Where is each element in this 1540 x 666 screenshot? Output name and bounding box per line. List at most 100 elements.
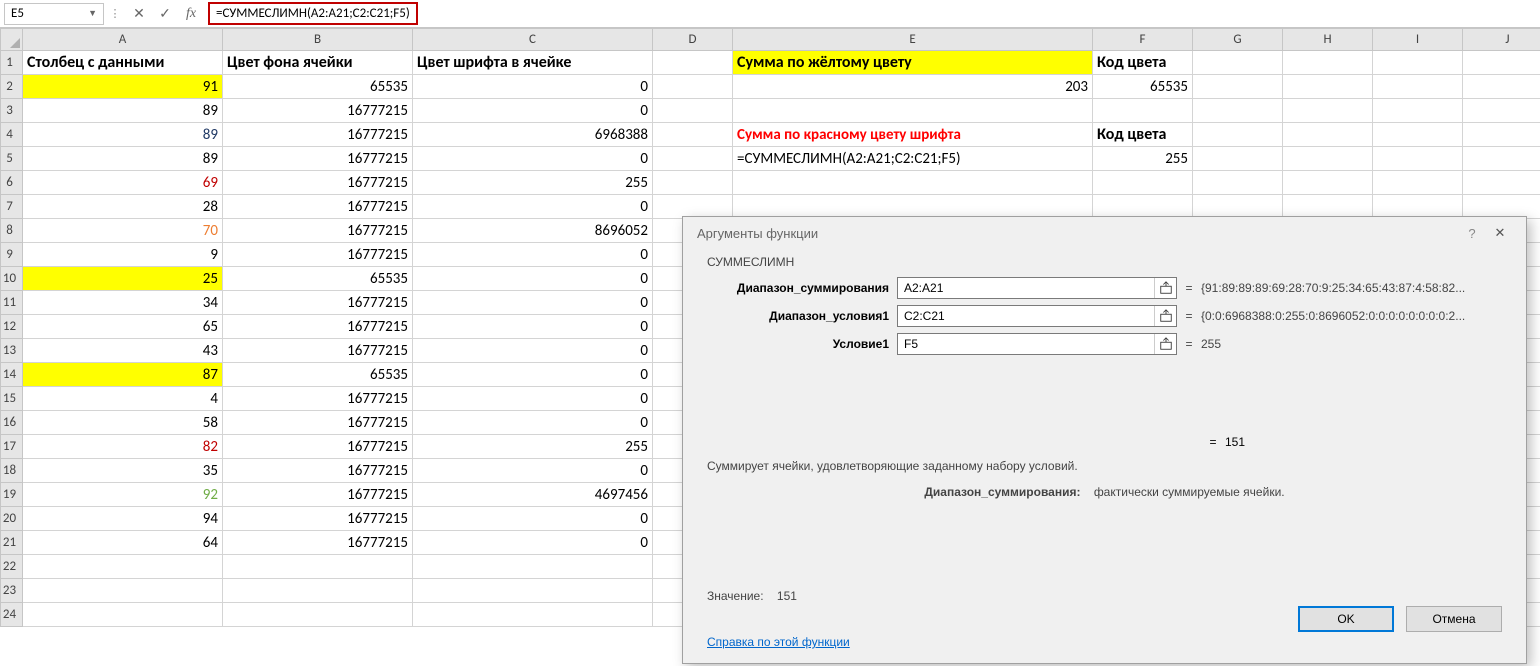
cell-D3[interactable] xyxy=(653,99,733,123)
cell-I1[interactable] xyxy=(1373,51,1463,75)
arg-input-0[interactable] xyxy=(898,278,1154,298)
row-header-4[interactable]: 4 xyxy=(1,123,23,147)
cell-C5[interactable]: 0 xyxy=(413,147,653,171)
col-header-I[interactable]: I xyxy=(1373,29,1463,51)
col-header-H[interactable]: H xyxy=(1283,29,1373,51)
cell-A12[interactable]: 65 xyxy=(23,315,223,339)
cell-D1[interactable] xyxy=(653,51,733,75)
cell-E1[interactable]: Сумма по жёлтому цвету xyxy=(733,51,1093,75)
cell-G2[interactable] xyxy=(1193,75,1283,99)
cell-D2[interactable] xyxy=(653,75,733,99)
cell-D4[interactable] xyxy=(653,123,733,147)
enter-formula-button[interactable]: ✓ xyxy=(152,3,178,25)
arg-input-2[interactable] xyxy=(898,334,1154,354)
cell-A5[interactable]: 89 xyxy=(23,147,223,171)
cell-B2[interactable]: 65535 xyxy=(223,75,413,99)
cell-B17[interactable]: 16777215 xyxy=(223,435,413,459)
cell-E3[interactable] xyxy=(733,99,1093,123)
cell-C17[interactable]: 255 xyxy=(413,435,653,459)
row-header-23[interactable]: 23 xyxy=(1,579,23,603)
select-all-corner[interactable] xyxy=(1,29,23,51)
cell-G7[interactable] xyxy=(1193,195,1283,219)
range-picker-button[interactable] xyxy=(1154,334,1176,354)
cell-E7[interactable] xyxy=(733,195,1093,219)
row-header-10[interactable]: 10 xyxy=(1,267,23,291)
cell-D5[interactable] xyxy=(653,147,733,171)
cell-I5[interactable] xyxy=(1373,147,1463,171)
cell-A2[interactable]: 91 xyxy=(23,75,223,99)
cell-J1[interactable] xyxy=(1463,51,1540,75)
col-header-B[interactable]: B xyxy=(223,29,413,51)
cell-C12[interactable]: 0 xyxy=(413,315,653,339)
cell-J3[interactable] xyxy=(1463,99,1540,123)
cell-A24[interactable] xyxy=(23,603,223,627)
cell-B15[interactable]: 16777215 xyxy=(223,387,413,411)
cell-A17[interactable]: 82 xyxy=(23,435,223,459)
cell-B6[interactable]: 16777215 xyxy=(223,171,413,195)
cell-E6[interactable] xyxy=(733,171,1093,195)
cell-C4[interactable]: 6968388 xyxy=(413,123,653,147)
cell-B13[interactable]: 16777215 xyxy=(223,339,413,363)
cell-F6[interactable] xyxy=(1093,171,1193,195)
row-header-6[interactable]: 6 xyxy=(1,171,23,195)
cell-C19[interactable]: 4697456 xyxy=(413,483,653,507)
help-link[interactable]: Справка по этой функции xyxy=(707,635,850,649)
row-header-15[interactable]: 15 xyxy=(1,387,23,411)
cell-A9[interactable]: 9 xyxy=(23,243,223,267)
cell-G3[interactable] xyxy=(1193,99,1283,123)
col-header-G[interactable]: G xyxy=(1193,29,1283,51)
cell-C7[interactable]: 0 xyxy=(413,195,653,219)
cell-H5[interactable] xyxy=(1283,147,1373,171)
name-box[interactable]: E5 ▼ xyxy=(4,3,104,25)
cell-B3[interactable]: 16777215 xyxy=(223,99,413,123)
cell-J6[interactable] xyxy=(1463,171,1540,195)
cell-A20[interactable]: 94 xyxy=(23,507,223,531)
cell-A8[interactable]: 70 xyxy=(23,219,223,243)
cell-J2[interactable] xyxy=(1463,75,1540,99)
cell-A4[interactable]: 89 xyxy=(23,123,223,147)
cell-B22[interactable] xyxy=(223,555,413,579)
cell-G5[interactable] xyxy=(1193,147,1283,171)
range-picker-button[interactable] xyxy=(1154,278,1176,298)
cell-C3[interactable]: 0 xyxy=(413,99,653,123)
cell-C22[interactable] xyxy=(413,555,653,579)
cell-H3[interactable] xyxy=(1283,99,1373,123)
cell-B11[interactable]: 16777215 xyxy=(223,291,413,315)
cell-I7[interactable] xyxy=(1373,195,1463,219)
row-header-9[interactable]: 9 xyxy=(1,243,23,267)
cell-C24[interactable] xyxy=(413,603,653,627)
cell-C1[interactable]: Цвет шрифта в ячейке xyxy=(413,51,653,75)
cell-G6[interactable] xyxy=(1193,171,1283,195)
row-header-17[interactable]: 17 xyxy=(1,435,23,459)
cell-G4[interactable] xyxy=(1193,123,1283,147)
cell-A18[interactable]: 35 xyxy=(23,459,223,483)
cell-F7[interactable] xyxy=(1093,195,1193,219)
cell-E5[interactable]: =СУММЕСЛИМН(A2:A21;C2:C21;F5) xyxy=(733,147,1093,171)
row-header-2[interactable]: 2 xyxy=(1,75,23,99)
cell-B10[interactable]: 65535 xyxy=(223,267,413,291)
dialog-close-button[interactable]: ✕ xyxy=(1484,221,1516,245)
cell-B9[interactable]: 16777215 xyxy=(223,243,413,267)
cell-B19[interactable]: 16777215 xyxy=(223,483,413,507)
cell-C13[interactable]: 0 xyxy=(413,339,653,363)
cell-J5[interactable] xyxy=(1463,147,1540,171)
row-header-3[interactable]: 3 xyxy=(1,99,23,123)
cell-C14[interactable]: 0 xyxy=(413,363,653,387)
cell-F2[interactable]: 65535 xyxy=(1093,75,1193,99)
cell-H4[interactable] xyxy=(1283,123,1373,147)
row-header-16[interactable]: 16 xyxy=(1,411,23,435)
cell-A7[interactable]: 28 xyxy=(23,195,223,219)
cell-C16[interactable]: 0 xyxy=(413,411,653,435)
cell-C10[interactable]: 0 xyxy=(413,267,653,291)
row-header-22[interactable]: 22 xyxy=(1,555,23,579)
cell-C11[interactable]: 0 xyxy=(413,291,653,315)
formula-input[interactable]: =СУММЕСЛИМН(A2:A21;C2:C21;F5) xyxy=(204,3,1536,25)
row-header-13[interactable]: 13 xyxy=(1,339,23,363)
cell-F4[interactable]: Код цвета xyxy=(1093,123,1193,147)
row-header-20[interactable]: 20 xyxy=(1,507,23,531)
cell-A10[interactable]: 25 xyxy=(23,267,223,291)
cell-B8[interactable]: 16777215 xyxy=(223,219,413,243)
cell-D6[interactable] xyxy=(653,171,733,195)
cell-A13[interactable]: 43 xyxy=(23,339,223,363)
cancel-formula-button[interactable]: ✕ xyxy=(126,3,152,25)
